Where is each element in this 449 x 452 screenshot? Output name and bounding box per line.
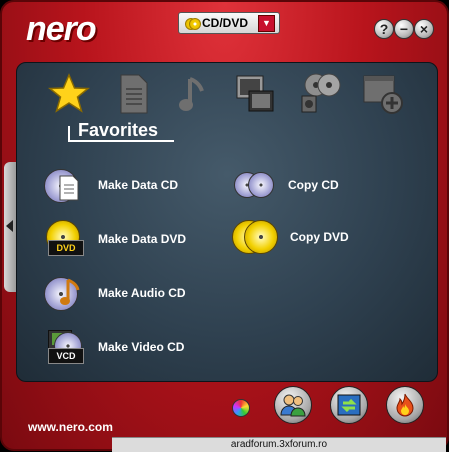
- copy-cd-icon: [234, 166, 274, 204]
- category-title: Favorites: [78, 120, 159, 140]
- category-underline: [68, 126, 174, 142]
- burn-button[interactable]: [386, 386, 424, 424]
- users-button[interactable]: [274, 386, 312, 424]
- data-document-icon[interactable]: [110, 72, 156, 116]
- task-label: Copy CD: [288, 178, 339, 192]
- task-label: Copy DVD: [290, 230, 349, 244]
- task-label: Make Video CD: [98, 340, 185, 354]
- flame-icon: [396, 393, 414, 417]
- copy-dvd-icon: [232, 218, 278, 256]
- close-button[interactable]: ×: [414, 19, 434, 39]
- task-make-data-dvd[interactable]: DVD Make Data DVD: [44, 220, 186, 258]
- side-expand-tab[interactable]: [4, 162, 16, 292]
- data-dvd-icon: DVD: [44, 220, 84, 258]
- task-label: Make Audio CD: [98, 286, 186, 300]
- favorites-star-icon[interactable]: [46, 72, 92, 116]
- arrow-left-icon: [6, 220, 13, 232]
- copy-backup-icon[interactable]: [296, 72, 342, 116]
- nero-logo: nero: [26, 10, 97, 48]
- color-wheel-icon[interactable]: [232, 399, 250, 417]
- website-link[interactable]: www.nero.com: [28, 420, 113, 434]
- refresh-icon: [337, 394, 361, 416]
- task-label: Make Data DVD: [98, 232, 187, 246]
- task-label: Make Data CD: [98, 178, 179, 192]
- disc-icon: [185, 17, 201, 30]
- users-icon: [280, 394, 306, 417]
- dvd-badge: DVD: [48, 240, 84, 256]
- dropdown-arrow-icon[interactable]: ▼: [258, 14, 275, 32]
- video-cd-icon: VCD: [44, 328, 84, 366]
- status-bar: aradforum.3xforum.ro: [112, 437, 446, 452]
- task-make-video-cd[interactable]: VCD Make Video CD: [44, 328, 184, 366]
- refresh-button[interactable]: [330, 386, 368, 424]
- photo-video-icon[interactable]: [232, 72, 278, 116]
- task-make-audio-cd[interactable]: Make Audio CD: [44, 274, 186, 312]
- task-copy-cd[interactable]: Copy CD: [234, 166, 339, 204]
- task-make-data-cd[interactable]: Make Data CD: [44, 166, 178, 204]
- audio-cd-icon: [44, 274, 84, 312]
- data-cd-icon: [44, 166, 84, 204]
- vcd-badge: VCD: [48, 348, 84, 364]
- app-window: nero CD/DVD ▼ ? − × Favorites Make Data …: [0, 0, 449, 451]
- add-application-icon[interactable]: [360, 72, 406, 116]
- task-copy-dvd[interactable]: Copy DVD: [232, 218, 349, 256]
- minimize-button[interactable]: −: [394, 19, 414, 39]
- project-type-select[interactable]: CD/DVD ▼: [178, 12, 280, 34]
- help-button[interactable]: ?: [374, 19, 394, 39]
- music-note-icon[interactable]: [170, 72, 216, 116]
- project-type-value: CD/DVD: [202, 16, 249, 30]
